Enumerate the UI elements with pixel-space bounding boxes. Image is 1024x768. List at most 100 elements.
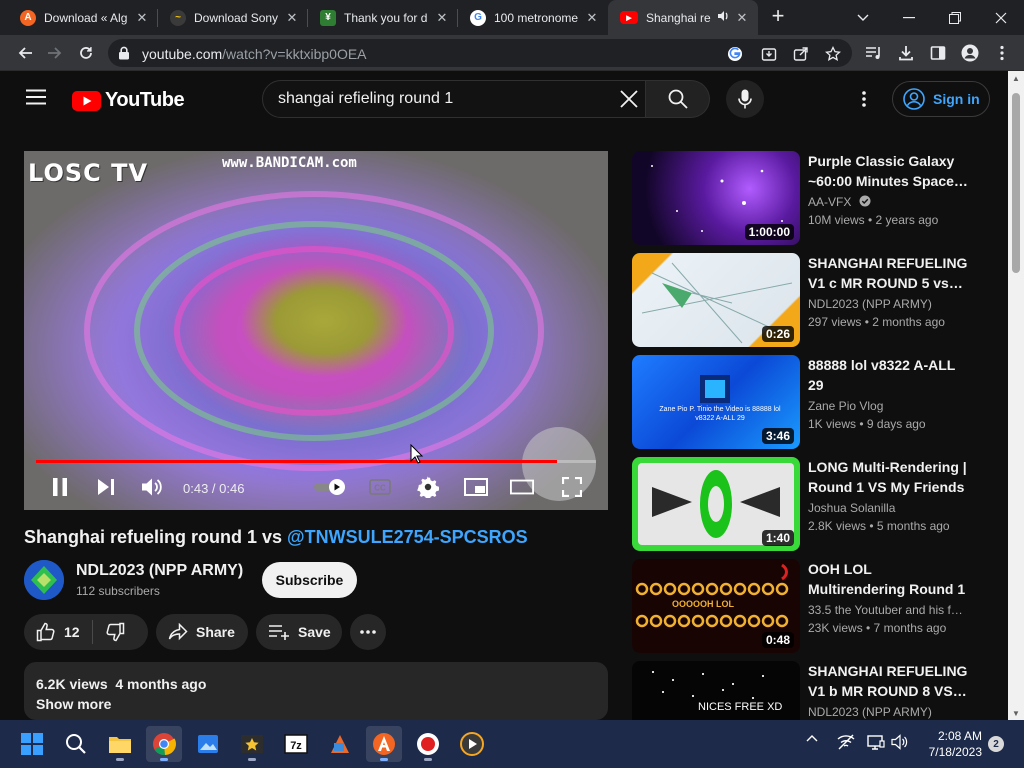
settings-kebab-icon[interactable] [862,91,866,112]
speaker-icon[interactable] [716,9,730,26]
lock-icon[interactable] [118,46,130,65]
recommendation-item[interactable]: OOOOOH LOL 0:48 OOH LOL Multirendering R… [632,559,972,655]
notification-badge[interactable]: 2 [988,736,1004,752]
tab-sony[interactable]: ~ Download Sony ✕ [158,0,308,35]
close-window-button[interactable] [978,0,1024,35]
scrollbar-thumb[interactable] [1012,93,1020,273]
display-device-icon[interactable] [866,734,886,750]
recommendation-title[interactable]: 88888 lol v8322 A-ALL 29 [808,355,968,395]
hamburger-menu-icon[interactable] [26,89,46,110]
recommendation-thumbnail[interactable]: Zane Pio P. Tinio the Video is 88888 lol… [632,355,800,449]
taskbar-search-button[interactable] [58,726,94,762]
recommendation-thumbnail[interactable]: NICES FREE XD [632,661,800,720]
video-player[interactable]: LOSC TV www.BANDICAM.com 0:43 / 0:46 CC [24,151,608,510]
tab-thank-you[interactable]: ¥ Thank you for d ✕ [308,0,458,35]
screen-recorder-button[interactable] [410,726,446,762]
recommendation-channel[interactable]: NDL2023 (NPP ARMY) [808,705,932,719]
algodoo-taskbar-button[interactable] [366,726,402,762]
next-button[interactable] [94,475,118,499]
recommendation-item[interactable]: 0:26 SHANGHAI REFUELING V1 c MR ROUND 5 … [632,253,972,349]
7zip-button[interactable]: 7z [278,726,314,762]
restore-button[interactable] [932,0,978,35]
autoplay-toggle[interactable] [312,475,348,499]
media-player-button[interactable] [454,726,490,762]
recommendation-item[interactable]: NICES FREE XD SHANGHAI REFUELING V1 b MR… [632,661,972,720]
progress-bar[interactable] [36,460,596,463]
movie-maker-button[interactable] [234,726,270,762]
recommendation-item[interactable]: 1:00:00 Purple Classic Galaxy ~60:00 Min… [632,151,972,247]
show-more-link[interactable]: Show more [36,696,111,712]
recommendation-item[interactable]: 1:40 LONG Multi-Rendering | Round 1 VS M… [632,457,972,553]
more-actions-button[interactable] [350,614,386,650]
chrome-menu-icon[interactable] [990,41,1014,65]
channel-mention-link[interactable]: @TNWSULE2754-SPCSROS [287,527,528,547]
taskbar-clock[interactable]: 2:08 AM 7/18/2023 [922,728,982,760]
tab-shanghai-active[interactable]: ▶ Shanghai re ✕ [608,0,758,35]
recommendation-channel[interactable]: Zane Pio Vlog [808,399,883,413]
theater-mode-button[interactable] [510,475,534,499]
description-box[interactable]: 6.2K views 4 months ago Show more [24,662,608,720]
page-scrollbar[interactable]: ▲ ▼ [1008,71,1024,720]
recommendation-channel[interactable]: AA-VFX [808,195,871,209]
dislike-button[interactable] [93,614,137,650]
install-app-icon[interactable] [760,45,778,63]
back-button[interactable] [14,41,38,65]
recommendation-title[interactable]: OOH LOL Multirendering Round 1 [808,559,968,599]
app-taskbar-button[interactable] [322,726,358,762]
tab-metronome[interactable]: G 100 metronome ✕ [458,0,608,35]
reload-button[interactable] [74,41,98,65]
close-tab-icon[interactable]: ✕ [434,10,450,26]
close-tab-icon[interactable]: ✕ [584,10,600,26]
scroll-up-arrow-icon[interactable]: ▲ [1008,71,1024,85]
side-panel-icon[interactable] [926,41,950,65]
channel-avatar[interactable] [24,560,64,600]
media-controls-icon[interactable] [862,41,886,65]
forward-button[interactable] [42,41,66,65]
share-button[interactable]: Share [156,614,248,650]
save-button[interactable]: Save [256,614,342,650]
tab-search-icon[interactable] [840,0,886,35]
network-disconnected-icon[interactable] [836,734,856,750]
scroll-down-arrow-icon[interactable]: ▼ [1008,706,1024,720]
recommendation-title[interactable]: Purple Classic Galaxy ~60:00 Minutes Spa… [808,151,968,191]
voice-search-button[interactable] [726,80,764,118]
recommendation-channel[interactable]: Joshua Solanilla [808,501,895,515]
channel-name[interactable]: NDL2023 (NPP ARMY) [76,562,243,580]
recommendation-title[interactable]: SHANGHAI REFUELING V1 c MR ROUND 5 vs… [808,253,968,293]
address-bar[interactable]: youtube.com/watch?v=kktxibp0OEA [108,39,852,67]
recommendation-thumbnail[interactable]: OOOOOH LOL 0:48 [632,559,800,653]
volume-button[interactable] [140,475,164,499]
profile-icon[interactable] [958,41,982,65]
file-explorer-button[interactable] [102,726,138,762]
new-tab-button[interactable]: + [766,4,790,28]
recommendation-title[interactable]: LONG Multi-Rendering | Round 1 VS My Fri… [808,457,968,497]
settings-button[interactable] [416,475,440,499]
close-tab-icon[interactable]: ✕ [134,10,150,26]
recommendation-title[interactable]: SHANGHAI REFUELING V1 b MR ROUND 8 VS… [808,661,968,701]
recommendation-channel[interactable]: NDL2023 (NPP ARMY) [808,297,932,311]
recommendation-channel[interactable]: 33.5 the Youtuber and his f… [808,603,963,617]
start-button[interactable] [14,726,50,762]
chrome-taskbar-button[interactable] [146,726,182,762]
close-tab-icon[interactable]: ✕ [734,10,750,26]
show-hidden-icons-chevron-icon[interactable] [804,734,820,742]
recommendation-thumbnail[interactable]: 1:40 [632,457,800,551]
recommendation-thumbnail[interactable]: 1:00:00 [632,151,800,245]
captions-button[interactable]: CC [368,475,392,499]
search-input[interactable] [278,90,598,108]
recommendation-item[interactable]: Zane Pio P. Tinio the Video is 88888 lol… [632,355,972,451]
close-tab-icon[interactable]: ✕ [284,10,300,26]
clear-search-icon[interactable] [619,89,639,114]
google-lens-icon[interactable] [726,45,744,63]
pause-button[interactable] [48,475,72,499]
downloads-icon[interactable] [894,41,918,65]
like-button[interactable]: 12 [24,614,92,650]
recommendation-thumbnail[interactable]: 0:26 [632,253,800,347]
subscribe-button[interactable]: Subscribe [262,562,357,598]
youtube-logo[interactable]: YouTube [72,89,185,112]
sign-in-button[interactable]: Sign in [892,81,990,117]
bookmark-star-icon[interactable] [824,45,842,63]
search-button[interactable] [646,80,710,118]
fullscreen-button[interactable] [560,475,584,499]
miniplayer-button[interactable] [464,475,488,499]
